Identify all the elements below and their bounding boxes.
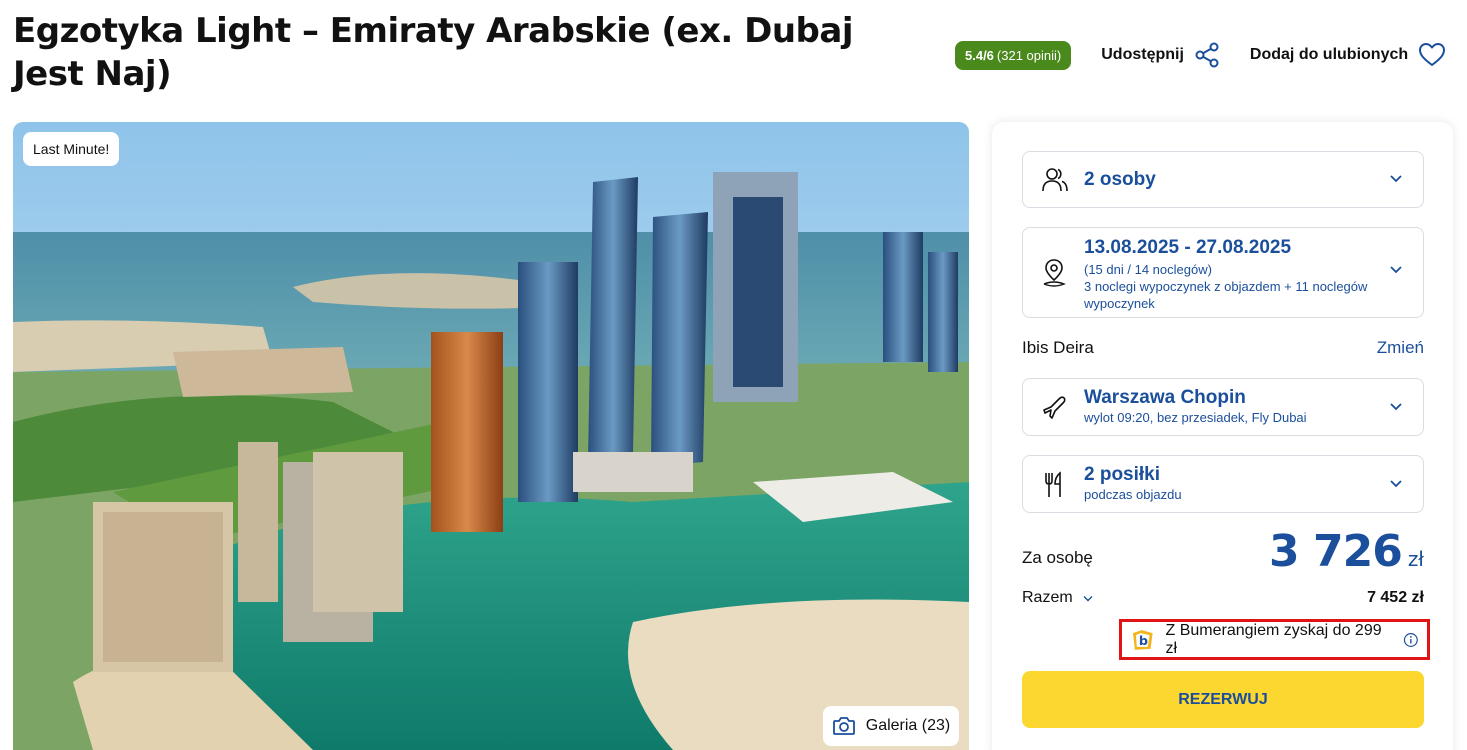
dates-duration: (15 dni / 14 noclegów) <box>1084 262 1212 277</box>
bumerang-text: Z Bumerangiem zyskaj do 299 zł <box>1165 621 1382 657</box>
info-icon[interactable] <box>1403 632 1419 648</box>
change-hotel-link[interactable]: Zmień <box>1377 338 1424 358</box>
flight-details: wylot 09:20, bez przesiadek, Fly Dubai <box>1084 410 1307 425</box>
hotel-name: Ibis Deira <box>1022 338 1094 357</box>
price-per-person: 3 726 zł <box>1269 526 1424 577</box>
gallery-button[interactable]: Galeria (23) <box>823 706 959 746</box>
share-button[interactable]: Udostępnij <box>1101 42 1220 68</box>
dates-details: 3 noclegi wypoczynek z objazdem + 11 noc… <box>1084 279 1368 311</box>
persons-selector[interactable]: 2 osoby <box>1022 151 1424 208</box>
dates-text: 13.08.2025 - 27.08.2025 (15 dni / 14 noc… <box>1084 237 1402 312</box>
meals-text: 2 posiłki podczas objazdu <box>1084 464 1182 503</box>
header-actions: 5.4/6 (321 opinii) Udostępnij Dodaj do u… <box>955 38 1446 72</box>
total-toggle[interactable]: Razem <box>1022 589 1093 607</box>
reserve-button[interactable]: REZERWUJ <box>1022 671 1424 728</box>
price-per-person-label: Za osobę <box>1022 548 1093 567</box>
meals-selector[interactable]: 2 posiłki podczas objazdu <box>1022 455 1424 513</box>
flight-text: Warszawa Chopin wylot 09:20, bez przesia… <box>1084 387 1307 426</box>
share-label: Udostępnij <box>1101 46 1184 63</box>
rating-badge[interactable]: 5.4/6 (321 opinii) <box>955 40 1072 70</box>
price-currency: zł <box>1407 547 1424 571</box>
rating-score: 5.4/6 <box>965 47 994 63</box>
page-title: Egzotyka Light – Emiraty Arabskie (ex. D… <box>13 11 854 94</box>
chevron-down-icon <box>1083 595 1093 601</box>
last-minute-badge: Last Minute! <box>23 132 120 166</box>
favorite-label: Dodaj do ulubionych <box>1249 46 1409 63</box>
total-value: 7 452 zł <box>1367 589 1424 606</box>
svg-text:b: b <box>1139 633 1148 648</box>
camera-icon <box>832 717 855 735</box>
share-icon <box>1195 42 1219 68</box>
persons-label: 2 osoby <box>1084 169 1156 190</box>
heart-icon <box>1419 43 1446 66</box>
bumerang-promo[interactable]: b Z Bumerangiem zyskaj do 299 zł <box>1119 619 1430 660</box>
bumerang-logo-icon: b <box>1132 629 1153 650</box>
flight-selector[interactable]: Warszawa Chopin wylot 09:20, bez przesia… <box>1022 378 1424 436</box>
flight-airport: Warszawa Chopin <box>1084 387 1246 408</box>
rating-count: (321 opinii) <box>996 47 1062 63</box>
hero-image[interactable] <box>13 122 969 750</box>
gallery-label: Galeria (23) <box>865 717 951 734</box>
people-icon <box>1042 168 1068 192</box>
total-label: Razem <box>1022 589 1073 606</box>
chevron-down-icon <box>1390 480 1402 488</box>
hero-photo-illustration <box>13 122 969 750</box>
booking-panel: 2 osoby 13.08.2025 - 27.08.2025 (15 dni … <box>992 122 1453 750</box>
meals-details: podczas objazdu <box>1084 487 1182 502</box>
chevron-down-icon <box>1390 403 1402 411</box>
price-per-person-value: 3 726 <box>1269 526 1403 577</box>
location-pin-icon <box>1043 259 1066 287</box>
plane-icon <box>1043 396 1066 419</box>
favorite-button[interactable]: Dodaj do ulubionych <box>1250 42 1446 68</box>
meals-label: 2 posiłki <box>1084 464 1161 485</box>
dates-range: 13.08.2025 - 27.08.2025 <box>1084 237 1292 258</box>
chevron-down-icon <box>1390 266 1402 274</box>
cutlery-icon <box>1045 471 1061 497</box>
chevron-down-icon <box>1390 175 1402 183</box>
dates-selector[interactable]: 13.08.2025 - 27.08.2025 (15 dni / 14 noc… <box>1022 227 1424 318</box>
